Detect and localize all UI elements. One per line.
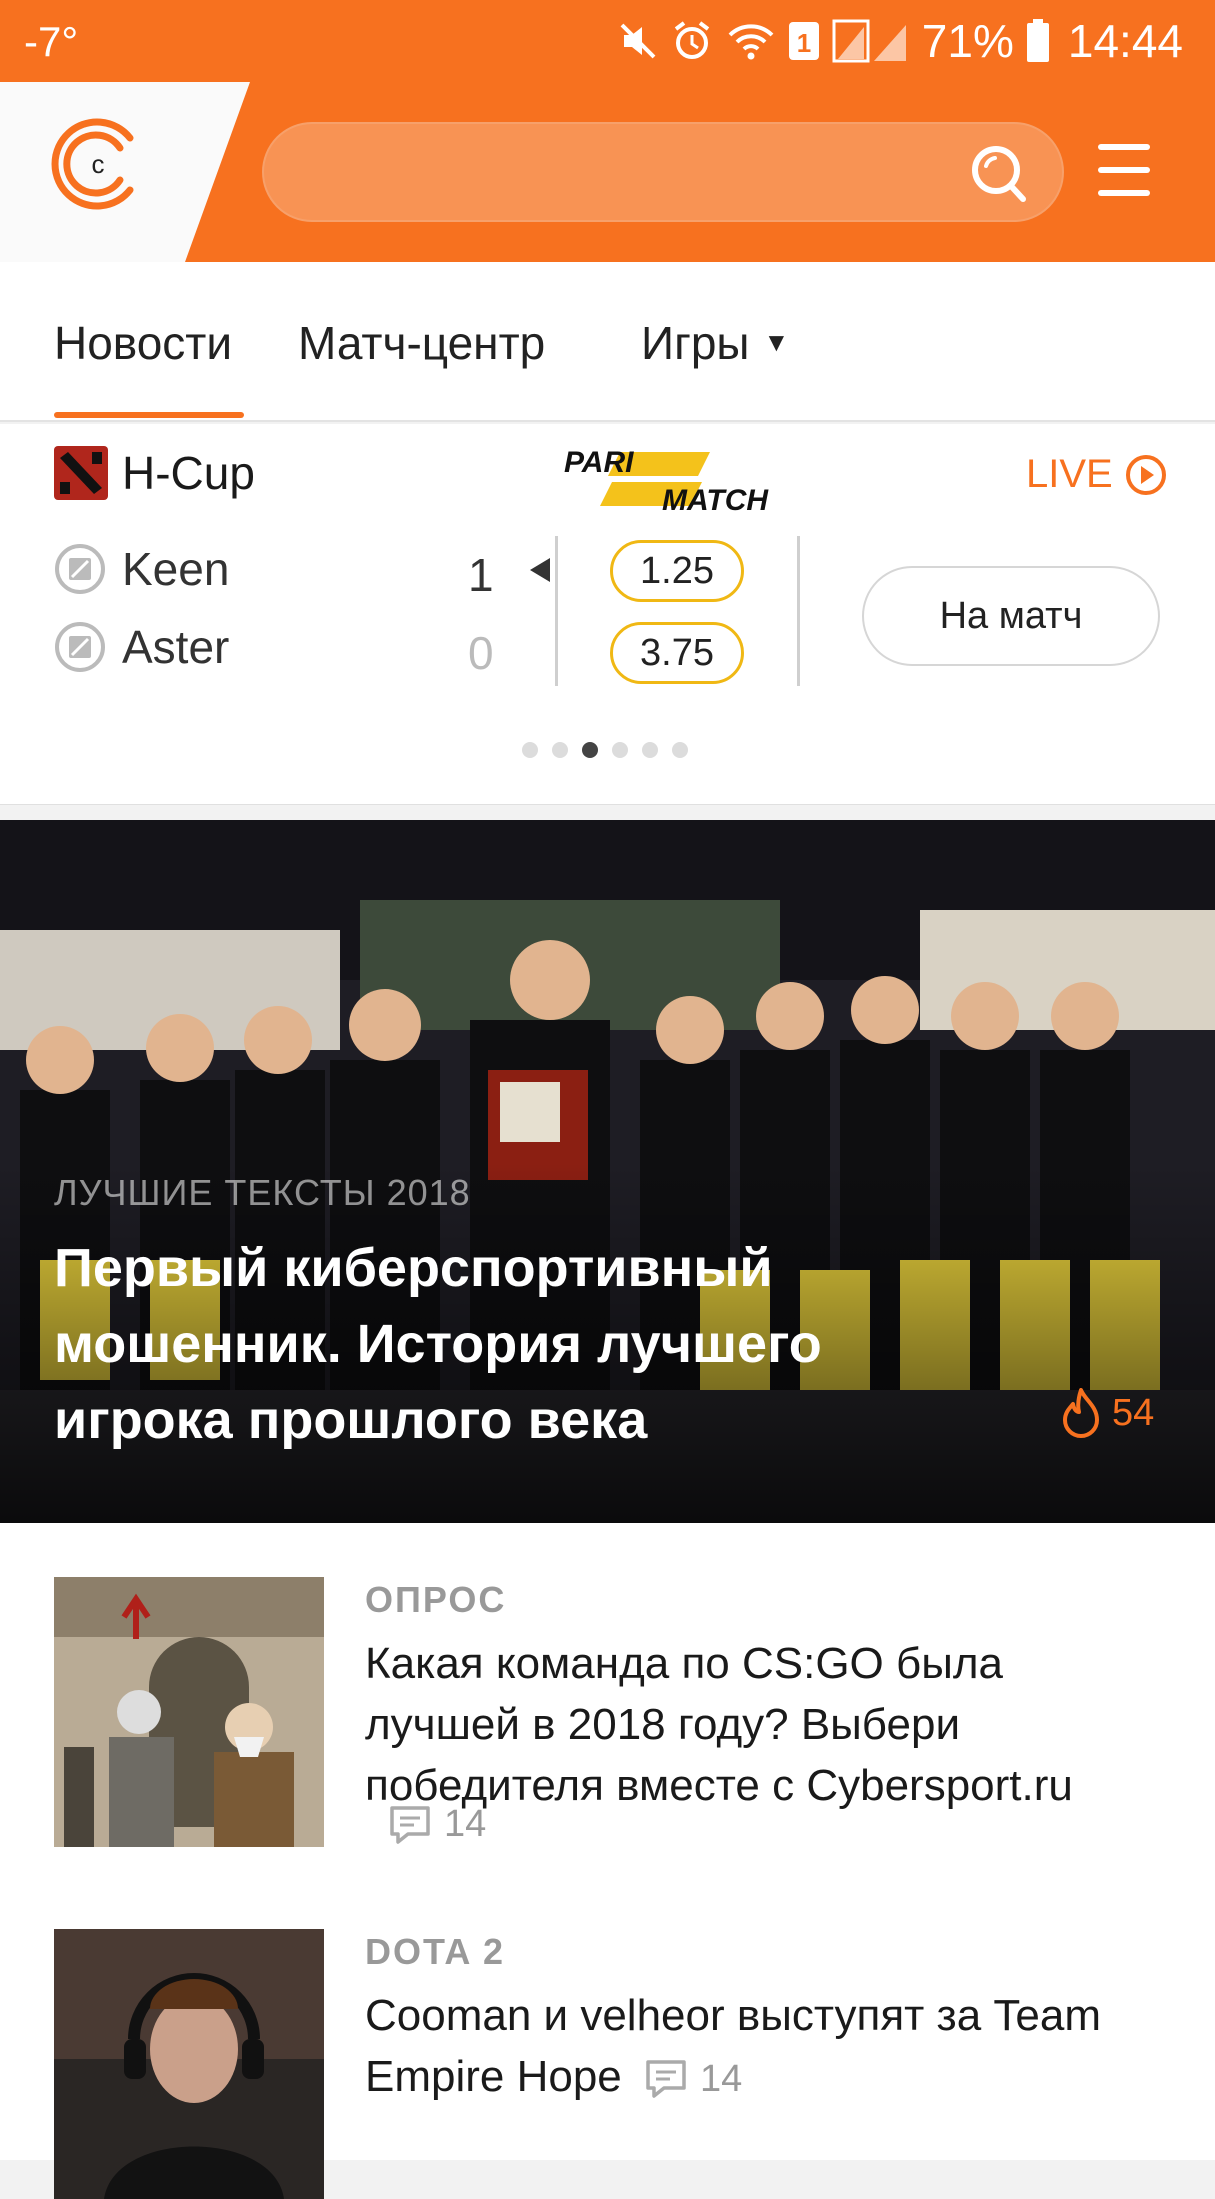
svg-text:c: c	[92, 149, 105, 179]
chevron-down-icon: ▼	[763, 327, 790, 357]
status-temperature: -7°	[24, 18, 79, 65]
battery-icon	[1026, 19, 1049, 62]
fire-icon	[1063, 1388, 1099, 1438]
pager-dot[interactable]	[582, 742, 598, 758]
live-indicator[interactable]: LIVE	[1026, 452, 1167, 497]
pager-dot[interactable]	[552, 742, 568, 758]
tab-games-label: Игры	[641, 317, 750, 369]
signal-icon	[832, 19, 906, 63]
hero-category: ЛУЧШИЕ ТЕКСТЫ 2018	[54, 1172, 471, 1213]
team-score: 0	[468, 627, 494, 679]
status-icons: 1 71% 14:44	[618, 14, 1183, 68]
article-category: DOTA 2	[365, 1931, 506, 1972]
comment-count: 14	[444, 1803, 487, 1845]
tournament-name: H-Cup	[122, 447, 255, 499]
live-label: LIVE	[1026, 452, 1113, 496]
parimatch-logo[interactable]: PARI MATCH	[562, 442, 802, 522]
comment-icon	[390, 1805, 430, 1844]
article-category: ОПРОС	[365, 1579, 507, 1620]
article-title[interactable]: Какая команда по CS:GO была лучшей в 201…	[365, 1633, 1165, 1816]
svg-text:PARI: PARI	[564, 446, 634, 479]
team-name: Keen	[122, 543, 230, 595]
app-header: c	[0, 82, 1215, 262]
pager-dot[interactable]	[522, 742, 538, 758]
carousel-pager[interactable]	[522, 742, 688, 758]
pager-dot[interactable]	[642, 742, 658, 758]
cybersport-logo-icon[interactable]: c	[50, 114, 142, 214]
article-thumbnail	[54, 1929, 324, 2199]
active-tab-indicator	[54, 412, 244, 418]
tab-bar: Новости Матч-центр Игры ▼	[0, 262, 1215, 422]
search-icon[interactable]	[970, 144, 1028, 204]
tournament: H-Cup	[54, 446, 255, 500]
comment-icon	[646, 2060, 686, 2099]
pager-dot[interactable]	[672, 742, 688, 758]
pager-dot[interactable]	[612, 742, 628, 758]
status-time: 14:44	[1067, 15, 1183, 67]
comment-count: 14	[700, 2057, 743, 2100]
team-score: 1	[468, 549, 494, 601]
hot-count: 54	[1112, 1391, 1155, 1434]
team-placeholder-icon	[55, 622, 105, 672]
status-bar: -7° 1 71% 14:44	[0, 0, 1215, 82]
play-circle-icon	[1125, 454, 1166, 495]
search-input[interactable]	[262, 122, 1064, 222]
tab-news[interactable]: Новости	[54, 316, 232, 370]
article-list: ОПРОС Какая команда по CS:GO была лучшей…	[0, 1523, 1215, 2199]
article-thumbnail	[54, 1577, 324, 1847]
svg-text:1: 1	[797, 28, 811, 58]
team-name: Aster	[122, 621, 230, 673]
battery-percent: 71%	[921, 15, 1014, 67]
article-title[interactable]: Cooman и velheor выступят за Team Empire…	[365, 1985, 1165, 2110]
go-to-match-button[interactable]: На матч	[862, 566, 1160, 666]
tab-match-center[interactable]: Матч-центр	[298, 316, 545, 370]
team-row: Aster	[54, 620, 229, 674]
tab-games[interactable]: Игры ▼	[641, 316, 789, 370]
leader-arrow-icon	[530, 558, 550, 582]
wifi-icon	[728, 24, 774, 60]
sim-icon: 1	[788, 22, 819, 60]
odds-button[interactable]: 1.25	[610, 540, 744, 602]
match-card[interactable]: H-Cup PARI MATCH LIVE Keen Aster 1 0 1.2	[0, 424, 1215, 805]
comment-counter[interactable]: 14	[644, 2049, 742, 2110]
divider	[555, 536, 558, 686]
team-placeholder-icon	[55, 544, 105, 594]
hot-counter: 54	[1060, 1388, 1154, 1438]
divider	[797, 536, 800, 686]
hero-article[interactable]: ЛУЧШИЕ ТЕКСТЫ 2018 Первый киберспортивны…	[0, 820, 1215, 1523]
team-row: Keen	[54, 542, 229, 596]
svg-text:MATCH: MATCH	[662, 484, 769, 517]
hero-title[interactable]: Первый киберспортивный мошенник. История…	[54, 1230, 954, 1458]
hamburger-menu-icon[interactable]	[1098, 144, 1150, 200]
dota2-icon	[54, 446, 108, 500]
odds-button[interactable]: 3.75	[610, 622, 744, 684]
comment-counter[interactable]: 14	[388, 1803, 486, 1846]
mute-icon	[620, 23, 656, 59]
alarm-icon	[674, 21, 709, 59]
